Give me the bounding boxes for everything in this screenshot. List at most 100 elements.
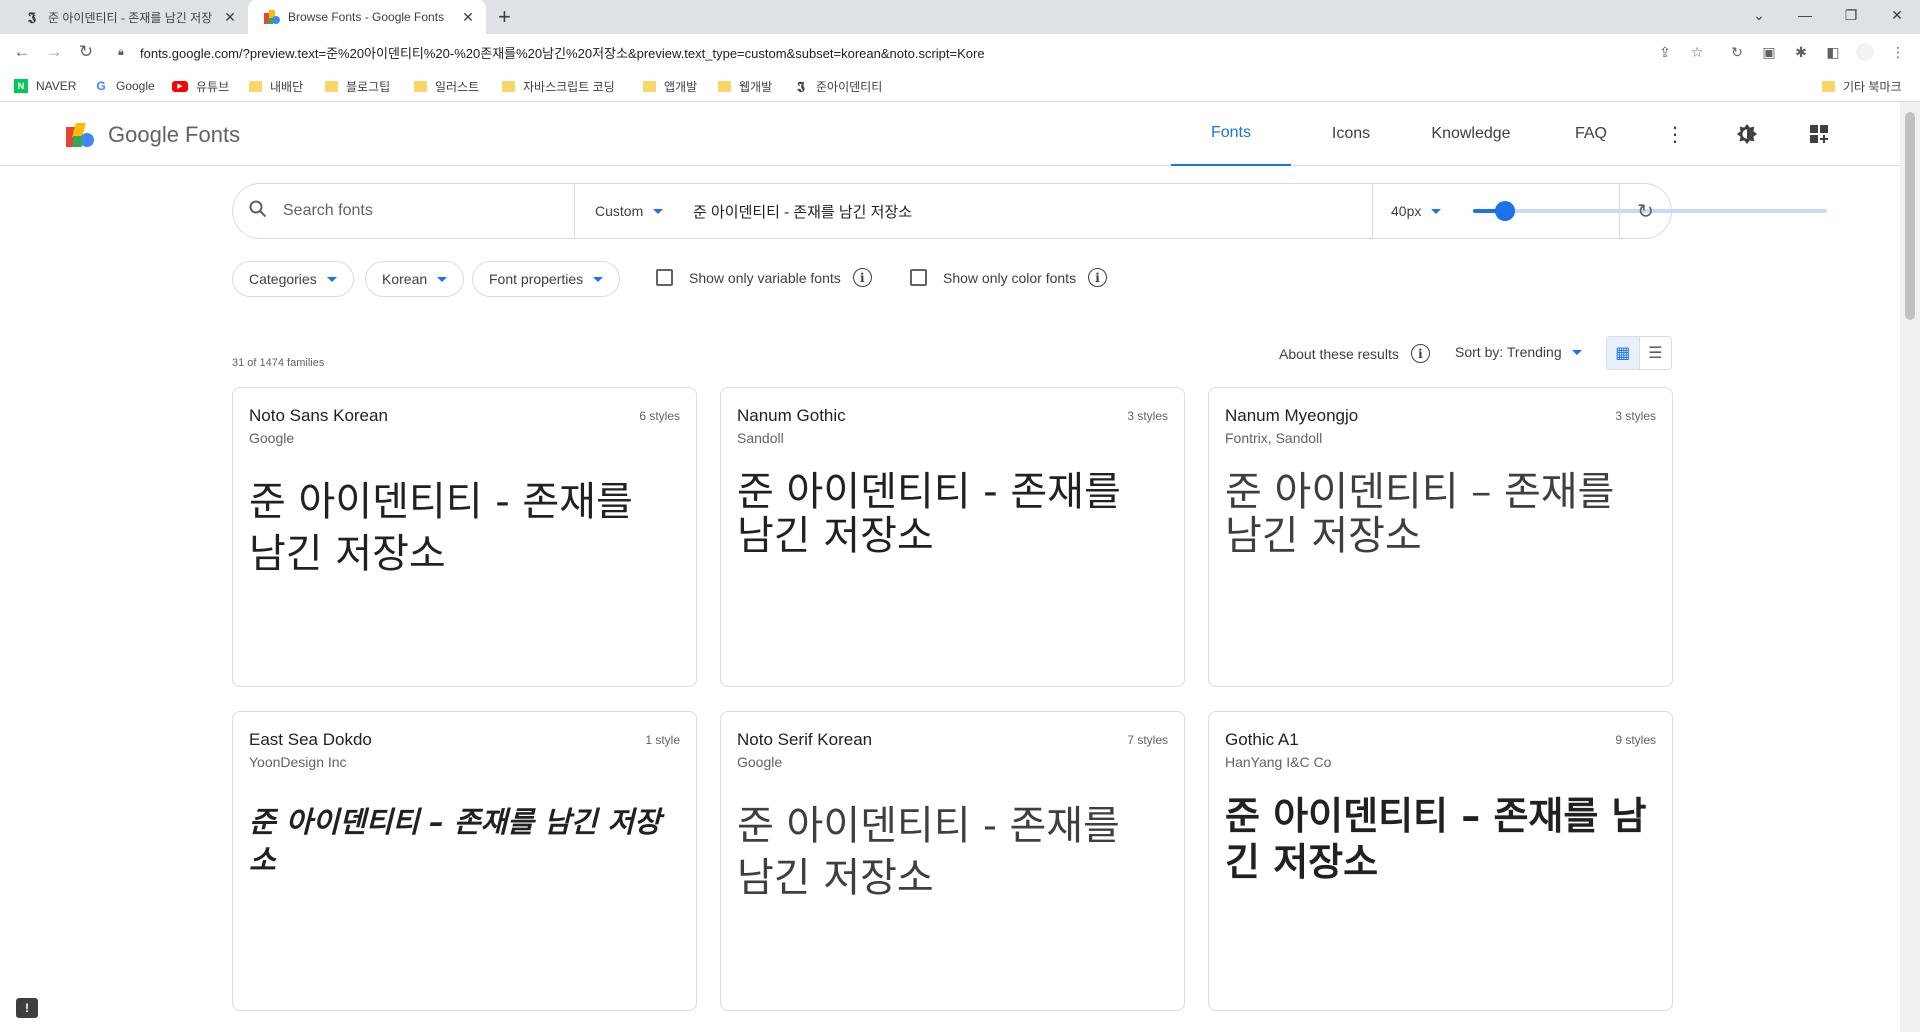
tab-title: Browse Fonts - Google Fonts <box>288 10 445 24</box>
bookmark-folder[interactable]: 블로그팁 <box>325 77 390 95</box>
variable-fonts-checkbox[interactable] <box>656 269 673 286</box>
font-size-select[interactable]: 40px <box>1391 184 1442 238</box>
font-card-noto-serif-korean[interactable]: Noto Serif Korean 7 styles Google 준 아이덴티… <box>720 711 1185 1011</box>
bookmark-folder[interactable]: 앱개발 <box>643 77 697 95</box>
preview-text-value: 준 아이덴티티 - 존재를 남긴 저장소 <box>693 203 913 221</box>
letter-j-icon: 𝕵 <box>797 78 805 93</box>
browser-tab-juniddentity[interactable]: 𝕵 준 아이덴티티 - 존재를 남긴 저장 ✕ <box>8 0 248 34</box>
profile-avatar[interactable] <box>1855 42 1875 62</box>
reload-icon[interactable]: ↻ <box>74 40 98 64</box>
bookmark-star-icon[interactable]: ☆ <box>1687 42 1707 62</box>
forward-icon[interactable]: → <box>42 40 66 64</box>
font-card-noto-sans-korean[interactable]: Noto Sans Korean 6 styles Google 준 아이덴티티… <box>232 387 697 687</box>
results-count: 31 of 1474 families <box>232 357 325 369</box>
theme-toggle-icon[interactable] <box>1735 122 1759 146</box>
reset-icon[interactable]: ↻ <box>1619 184 1671 238</box>
font-card-nanum-myeongjo[interactable]: Nanum Myeongjo 3 styles Fontrix, Sandoll… <box>1208 387 1673 687</box>
about-results-link[interactable]: About these results i <box>1279 344 1430 363</box>
color-fonts-checkbox-row[interactable]: Show only color fonts i <box>910 268 1108 287</box>
google-fonts-logo-icon <box>66 123 96 147</box>
checkbox-label: Show only color fonts <box>943 269 1077 286</box>
browser-toolbar: ← → ↻ 🔒︎ fonts.google.com/?preview.text=… <box>0 34 1920 70</box>
bookmark-label: 유튜브 <box>196 79 230 94</box>
restore-icon[interactable]: ❐ <box>1828 0 1874 30</box>
font-card-east-sea-dokdo[interactable]: East Sea Dokdo 1 style YoonDesign Inc 준 … <box>232 711 697 1011</box>
about-label: About these results <box>1279 345 1399 362</box>
google-fonts-icon <box>264 9 280 25</box>
extension-refresh-icon[interactable]: ↻ <box>1727 42 1747 62</box>
info-icon[interactable]: i <box>1410 344 1430 363</box>
chip-label: Font properties <box>489 271 584 287</box>
more-vert-icon[interactable]: ⋮ <box>1663 122 1687 146</box>
preview-text-input[interactable]: 준 아이덴티티 - 존재를 남긴 저장소 <box>693 184 1373 238</box>
info-icon[interactable]: i <box>852 268 872 287</box>
search-input[interactable] <box>283 202 563 220</box>
extension-image-icon[interactable]: ▣ <box>1759 42 1779 62</box>
nav-tab-knowledge[interactable]: Knowledge <box>1411 102 1531 166</box>
font-styles-count: 6 styles <box>639 409 680 423</box>
list-view-icon[interactable]: ☰ <box>1640 337 1672 369</box>
font-author: YoonDesign Inc <box>249 754 347 770</box>
font-preview: 준 아이덴티티 – 존재를 남긴 저장소 <box>1225 469 1615 559</box>
new-tab-icon[interactable]: + <box>498 4 511 30</box>
bookmark-folder[interactable]: 웹개발 <box>718 77 772 95</box>
page-scrollbar[interactable] <box>1900 102 1920 1032</box>
font-author: Fontrix, Sandoll <box>1225 430 1323 446</box>
browser-menu-icon[interactable]: ⋮ <box>1888 42 1908 62</box>
bookmark-juniddentity[interactable]: 𝕵 준아이덴티티 <box>794 77 882 95</box>
folder-icon <box>718 80 731 92</box>
bookmark-folder[interactable]: 자바스크립트 코딩 <box>502 77 615 95</box>
folder-icon <box>249 80 262 92</box>
font-styles-count: 1 style <box>645 733 680 747</box>
info-icon[interactable]: i <box>1088 268 1108 287</box>
bookmark-folder[interactable]: 일러스트 <box>414 77 479 95</box>
minimize-icon[interactable]: — <box>1782 0 1828 30</box>
font-card-gothic-a1[interactable]: Gothic A1 9 styles HanYang I&C Co 준 아이덴티… <box>1208 711 1673 1011</box>
sort-select[interactable]: Sort by: Trending <box>1455 344 1582 360</box>
bookmark-naver[interactable]: N NAVER <box>14 77 76 95</box>
back-icon[interactable]: ← <box>10 40 34 64</box>
font-name: Nanum Gothic <box>737 406 846 425</box>
font-card-nanum-gothic[interactable]: Nanum Gothic 3 styles Sandoll 준 아이덴티티 - … <box>720 387 1185 687</box>
font-name: Nanum Myeongjo <box>1225 406 1359 425</box>
window-close-icon[interactable]: ✕ <box>1874 0 1920 30</box>
nav-tab-fonts[interactable]: Fonts <box>1171 102 1291 166</box>
font-name: Noto Serif Korean <box>737 730 873 749</box>
feedback-icon[interactable]: ! <box>16 998 38 1018</box>
preview-type-select[interactable]: Custom <box>575 184 664 238</box>
share-icon[interactable]: ⇪ <box>1655 42 1675 62</box>
chevron-down-icon <box>653 208 664 214</box>
other-bookmarks[interactable]: 기타 북마크 <box>1822 77 1902 95</box>
google-fonts-logo[interactable]: Google Fonts <box>66 122 240 148</box>
checkbox-label: Show only variable fonts <box>689 269 841 286</box>
selected-families-icon[interactable] <box>1807 122 1831 146</box>
language-filter[interactable]: Korean <box>365 261 465 297</box>
address-bar[interactable]: 🔒︎ fonts.google.com/?preview.text=준%20아이… <box>110 37 1710 67</box>
side-panel-icon[interactable]: ◧ <box>1823 42 1843 62</box>
chip-label: Korean <box>382 271 428 287</box>
close-icon[interactable]: ✕ <box>222 9 238 26</box>
view-toggle: ▦ ☰ <box>1606 336 1672 370</box>
tab-search-icon[interactable]: ⌄ <box>1736 0 1782 30</box>
variable-fonts-checkbox-row[interactable]: Show only variable fonts i <box>656 268 872 287</box>
grid-view-icon[interactable]: ▦ <box>1607 337 1640 369</box>
bookmark-label: 일러스트 <box>435 79 480 94</box>
extensions-puzzle-icon[interactable]: ✱ <box>1791 42 1811 62</box>
bookmark-youtube[interactable]: ▶ 유튜브 <box>172 77 229 95</box>
bookmark-folder[interactable]: 내배단 <box>249 77 303 95</box>
url-text[interactable]: fonts.google.com/?preview.text=준%20아이덴티티… <box>140 43 1710 62</box>
nav-tab-faq[interactable]: FAQ <box>1541 102 1641 166</box>
nav-tab-label: Icons <box>1331 125 1371 142</box>
font-properties-filter[interactable]: Font properties <box>472 261 621 297</box>
browser-tab-google-fonts[interactable]: Browse Fonts - Google Fonts ✕ <box>248 0 486 34</box>
font-search-bar: Custom 준 아이덴티티 - 존재를 남긴 저장소 40px ↻ <box>232 183 1827 239</box>
slider-thumb[interactable] <box>1494 201 1515 221</box>
nav-tab-icons[interactable]: Icons <box>1301 102 1401 166</box>
bookmark-label: NAVER <box>36 79 77 93</box>
color-fonts-checkbox[interactable] <box>910 269 927 286</box>
close-icon[interactable]: ✕ <box>460 9 476 26</box>
scrollbar-thumb[interactable] <box>1905 112 1915 320</box>
bookmark-google[interactable]: G Google <box>94 77 154 95</box>
folder-icon <box>502 80 515 92</box>
categories-filter[interactable]: Categories <box>232 261 354 297</box>
